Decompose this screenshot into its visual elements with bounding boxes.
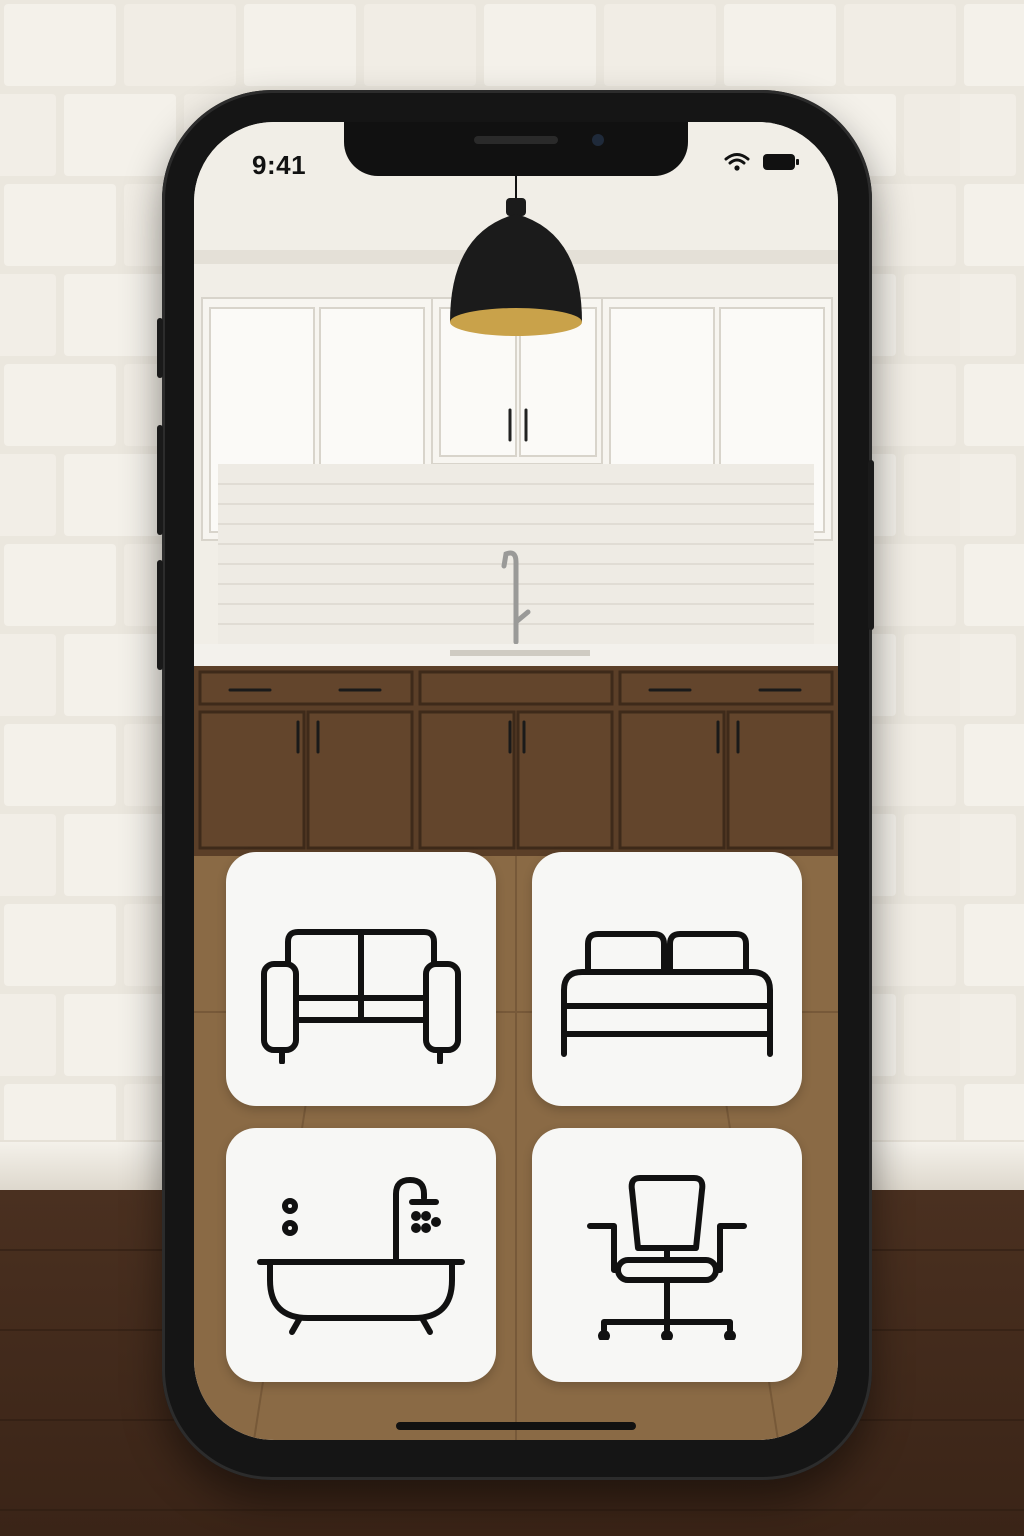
- battery-icon: [763, 154, 799, 170]
- office-chair-icon: [587, 1175, 747, 1340]
- sofa-icon: [261, 929, 461, 1064]
- phone-screen: 9:41: [194, 122, 838, 1440]
- status-time: 9:41: [252, 150, 307, 180]
- sofa-category-tile[interactable]: [226, 852, 496, 1106]
- bed-category-tile[interactable]: [532, 852, 802, 1106]
- home-indicator[interactable]: [396, 1422, 636, 1430]
- bathtub-category-tile[interactable]: [226, 1128, 496, 1382]
- power-button: [868, 460, 874, 630]
- bathtub-icon: [257, 1177, 465, 1335]
- volume-down-button: [157, 560, 163, 670]
- notch: [344, 122, 688, 176]
- speaker-grille: [474, 136, 558, 144]
- bed-icon: [561, 931, 773, 1057]
- status-icons: [724, 152, 800, 172]
- office-chair-category-tile[interactable]: [532, 1128, 802, 1382]
- mute-switch: [157, 318, 163, 378]
- volume-up-button: [157, 425, 163, 535]
- front-camera: [592, 134, 604, 146]
- wifi-icon: [724, 153, 750, 171]
